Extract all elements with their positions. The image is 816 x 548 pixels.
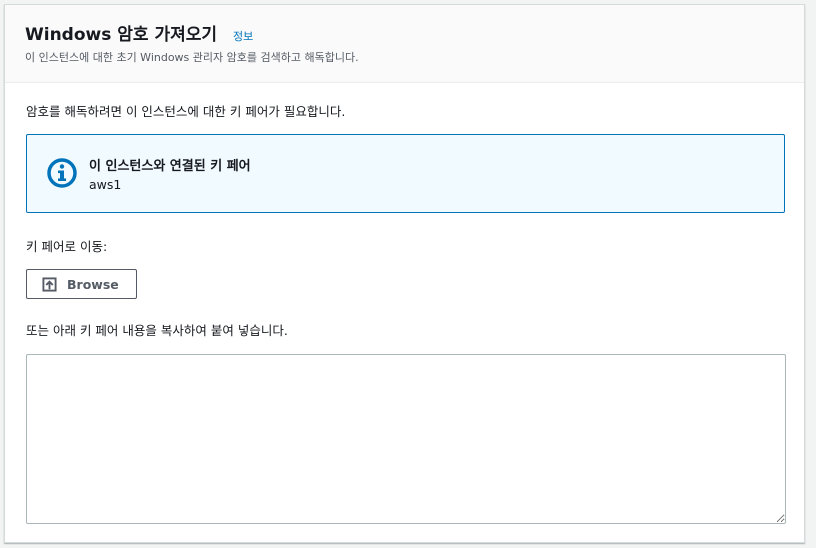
title-row: Windows 암호 가져오기 정보: [25, 20, 253, 45]
key-pair-name: aws1: [89, 177, 122, 192]
browse-button[interactable]: Browse: [26, 269, 137, 299]
get-windows-password-panel: Windows 암호 가져오기 정보 이 인스턴스에 대한 초기 Windows…: [4, 4, 805, 543]
key-pair-textarea[interactable]: [26, 354, 786, 524]
paste-label: 또는 아래 키 페어 내용을 복사하여 붙여 넣습니다.: [26, 323, 288, 338]
upload-icon: [42, 276, 57, 292]
intro-text: 암호를 해독하려면 이 인스턴스에 대한 키 페어가 필요합니다.: [26, 104, 346, 119]
navigate-label: 키 페어로 이동:: [26, 239, 108, 254]
page-title: Windows 암호 가져오기: [25, 25, 218, 45]
key-pair-info-alert: 이 인스턴스와 연결된 키 페어 aws1: [26, 134, 785, 213]
info-link[interactable]: 정보: [233, 28, 253, 44]
panel-header: Windows 암호 가져오기 정보 이 인스턴스에 대한 초기 Windows…: [5, 5, 804, 83]
alert-title: 이 인스턴스와 연결된 키 페어: [89, 159, 251, 174]
browse-button-label: Browse: [67, 276, 119, 292]
page-subtitle: 이 인스턴스에 대한 초기 Windows 관리자 암호를 검색하고 해독합니다…: [25, 51, 359, 64]
info-icon: [47, 158, 77, 188]
